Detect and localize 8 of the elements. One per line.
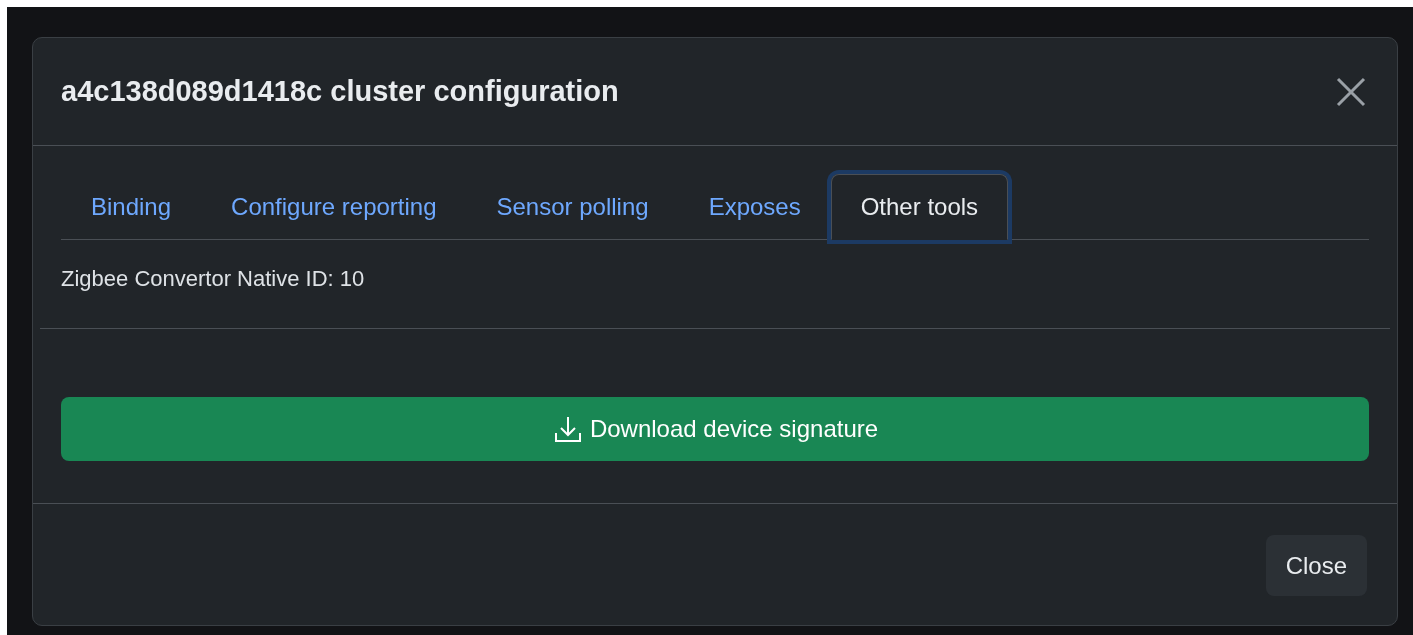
- tab[interactable]: Binding: [61, 174, 202, 240]
- tab[interactable]: Sensor polling: [466, 174, 679, 240]
- close-button[interactable]: Close: [1265, 535, 1367, 596]
- tab[interactable]: Configure reporting: [201, 174, 467, 240]
- download-button[interactable]: Download device signature: [61, 397, 1369, 461]
- native-id-text: Zigbee Convertor Native ID: 10: [61, 265, 366, 293]
- modal-title: a4c138d089d1418c cluster configuration: [61, 74, 619, 109]
- tab[interactable]: Exposes: [678, 174, 831, 240]
